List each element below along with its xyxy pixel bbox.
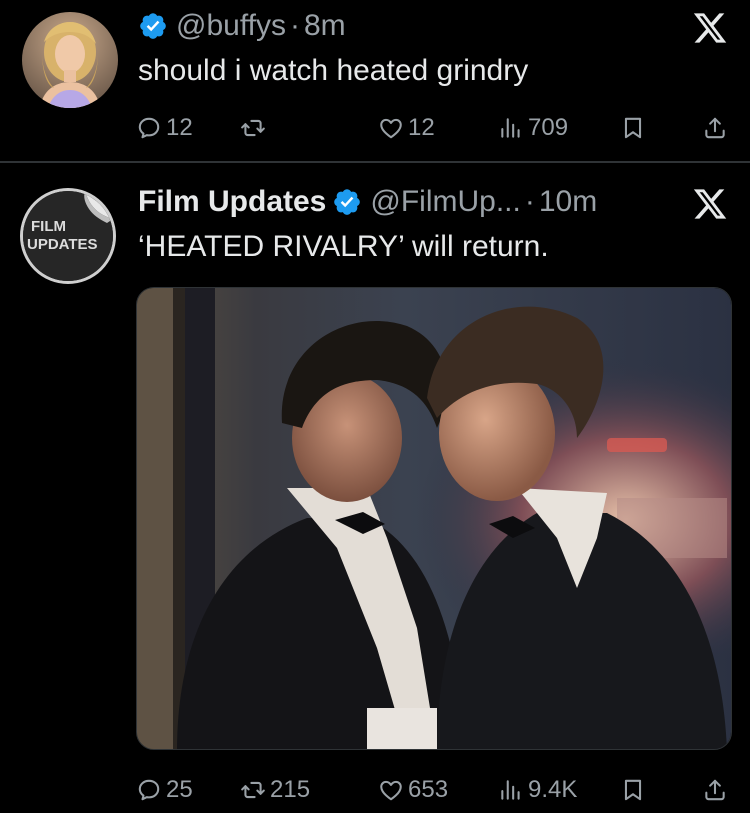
views-icon bbox=[498, 115, 524, 141]
views-count: 709 bbox=[528, 114, 569, 141]
reply-count: 12 bbox=[166, 114, 193, 141]
retweet-icon bbox=[240, 115, 266, 141]
like-button[interactable]: 12 bbox=[378, 108, 435, 148]
like-button[interactable]: 653 bbox=[378, 770, 448, 810]
bookmark-icon bbox=[620, 115, 646, 141]
reply-count: 25 bbox=[166, 776, 193, 803]
photo-two-men-in-tuxedos bbox=[137, 288, 731, 749]
separator-dot: · bbox=[289, 9, 300, 42]
reply-icon bbox=[136, 115, 162, 141]
tweet-text: ‘HEATED RIVALRY’ will return. bbox=[138, 230, 549, 263]
views-count: 9.4K bbox=[528, 776, 578, 803]
like-count: 653 bbox=[408, 776, 449, 803]
bookmark-icon bbox=[620, 777, 646, 803]
bookmark-button[interactable] bbox=[620, 770, 650, 810]
tweet-header: @buffys · 8m bbox=[138, 6, 346, 46]
avatar-text-2: UPDATES bbox=[27, 236, 98, 253]
avatar-text-1: FILM bbox=[31, 218, 66, 235]
tweet[interactable]: FILM UPDATES Film Updates @FilmUp... · 1… bbox=[0, 164, 750, 813]
retweet-button[interactable] bbox=[240, 108, 270, 148]
avatar-photo bbox=[22, 12, 118, 108]
retweet-icon bbox=[240, 777, 266, 803]
x-logo-icon[interactable] bbox=[692, 10, 728, 46]
verified-badge-icon bbox=[332, 187, 362, 217]
avatar-logo: FILM UPDATES bbox=[23, 191, 113, 281]
action-bar: 25 215 653 9.4K bbox=[136, 770, 732, 810]
share-button[interactable] bbox=[702, 770, 732, 810]
user-handle[interactable]: @FilmUp... bbox=[370, 185, 520, 219]
retweet-button[interactable]: 215 bbox=[240, 770, 310, 810]
reply-button[interactable]: 25 bbox=[136, 770, 193, 810]
separator-dot: · bbox=[524, 185, 535, 218]
timestamp[interactable]: 8m bbox=[304, 9, 346, 43]
tweet-image[interactable] bbox=[136, 287, 732, 750]
tweet[interactable]: @buffys · 8m should i watch heated grind… bbox=[0, 0, 750, 162]
views-button[interactable]: 709 bbox=[498, 108, 568, 148]
share-button[interactable] bbox=[702, 108, 732, 148]
verified-badge-icon bbox=[138, 11, 168, 41]
timestamp[interactable]: 10m bbox=[539, 185, 597, 219]
retweet-count: 215 bbox=[270, 776, 311, 803]
avatar[interactable]: FILM UPDATES bbox=[20, 188, 116, 284]
tweet-header: Film Updates @FilmUp... · 10m bbox=[138, 182, 597, 222]
tweet-text: should i watch heated grindry bbox=[138, 54, 529, 87]
display-name[interactable]: Film Updates bbox=[138, 185, 326, 219]
user-handle[interactable]: @buffys bbox=[176, 9, 286, 43]
x-logo-icon[interactable] bbox=[692, 186, 728, 222]
share-icon bbox=[702, 777, 728, 803]
views-icon bbox=[498, 777, 524, 803]
reply-button[interactable]: 12 bbox=[136, 108, 193, 148]
reply-icon bbox=[136, 777, 162, 803]
bookmark-button[interactable] bbox=[620, 108, 650, 148]
share-icon bbox=[702, 115, 728, 141]
views-button[interactable]: 9.4K bbox=[498, 770, 577, 810]
action-bar: 12 12 709 bbox=[136, 108, 732, 148]
like-icon bbox=[378, 777, 404, 803]
like-count: 12 bbox=[408, 114, 435, 141]
divider bbox=[0, 161, 750, 163]
like-icon bbox=[378, 115, 404, 141]
avatar[interactable] bbox=[22, 12, 118, 108]
